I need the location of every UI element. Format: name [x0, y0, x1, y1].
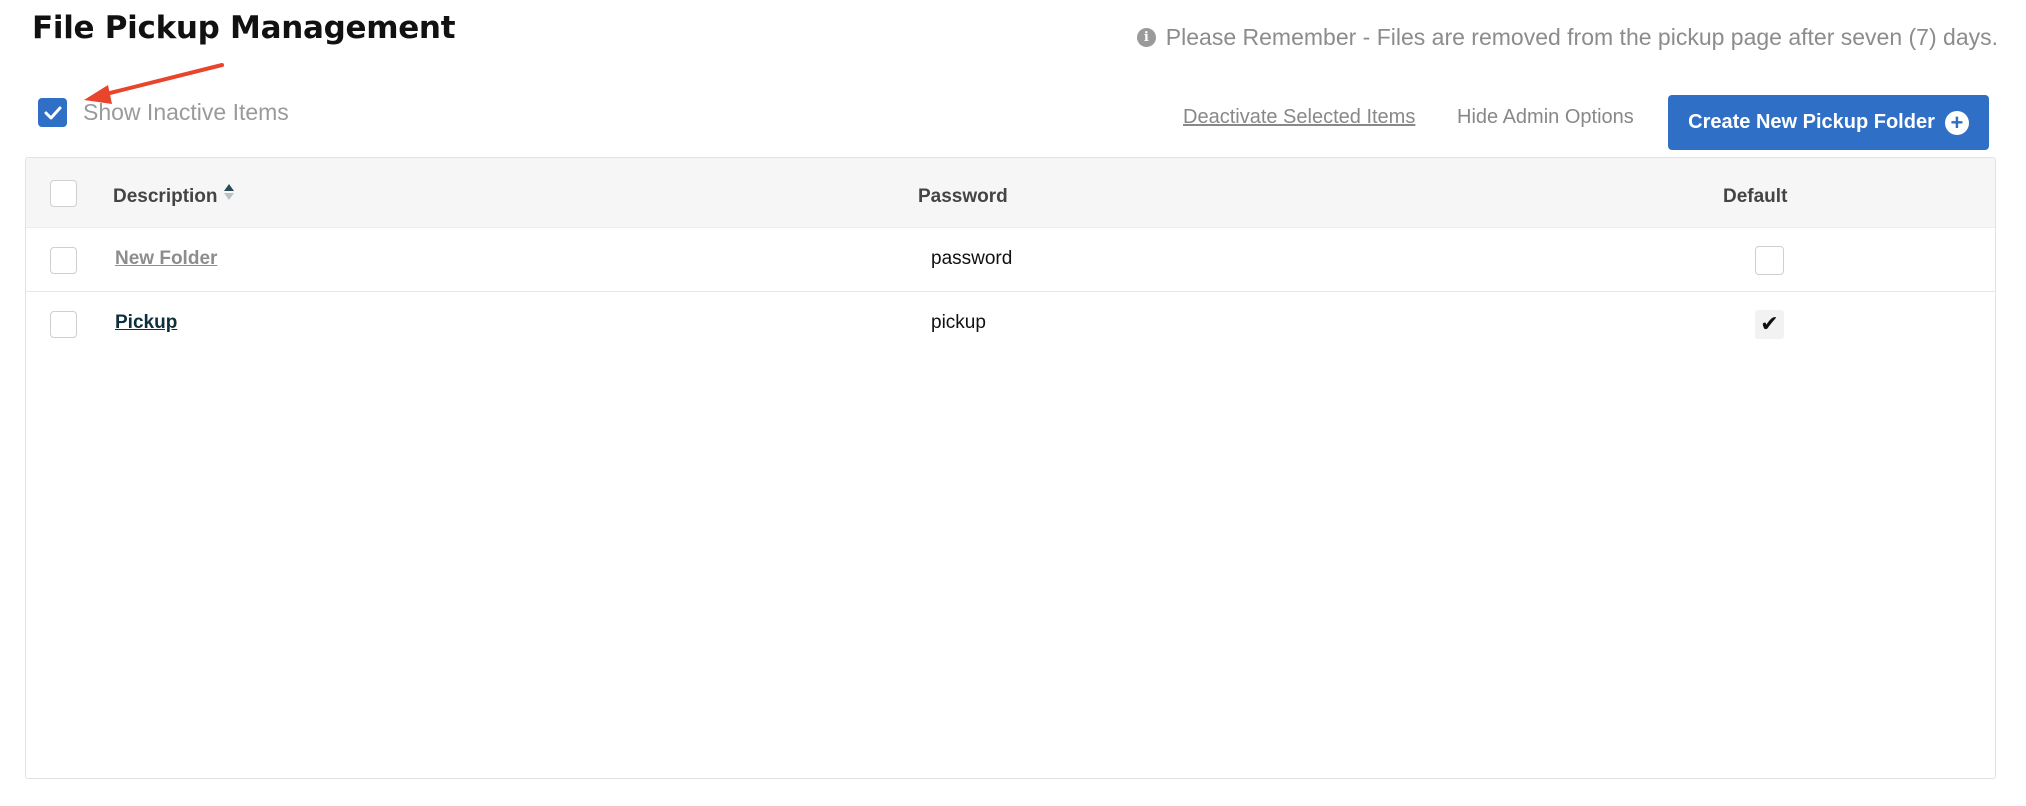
arrow-annotation — [84, 63, 224, 104]
default-checkbox[interactable] — [1755, 246, 1784, 275]
default-check-icon: ✔ — [1755, 310, 1784, 339]
sort-icon[interactable] — [223, 183, 235, 201]
folder-link[interactable]: New Folder — [115, 248, 217, 270]
notice-text: Please Remember - Files are removed from… — [1165, 24, 1998, 50]
show-inactive-checkbox[interactable] — [38, 98, 67, 127]
column-header-default: Default — [1723, 186, 1788, 207]
folder-password: password — [931, 248, 1013, 269]
create-button-label: Create New Pickup Folder — [1688, 111, 1935, 133]
table-row: Pickup pickup ✔ — [26, 292, 1995, 356]
check-icon — [44, 106, 61, 119]
table-row: New Folder password — [26, 228, 1995, 292]
folder-password: pickup — [931, 312, 986, 333]
deactivate-selected-link[interactable]: Deactivate Selected Items — [1183, 106, 1415, 129]
notice: i Please Remember - Files are removed fr… — [1136, 24, 1998, 51]
row-select-checkbox[interactable] — [50, 247, 77, 274]
folder-link[interactable]: Pickup — [115, 312, 177, 334]
hide-admin-options-link[interactable]: Hide Admin Options — [1457, 106, 1634, 129]
row-select-checkbox[interactable] — [50, 311, 77, 338]
plus-circle-icon: + — [1944, 110, 1969, 135]
table-header: Description Password Default — [26, 158, 1995, 228]
page-title: File Pickup Management — [32, 10, 456, 46]
select-all-checkbox[interactable] — [50, 180, 77, 207]
page: File Pickup Management i Please Remember… — [0, 0, 2026, 806]
pickup-table: Description Password Default New Folder … — [25, 157, 1996, 779]
info-icon: i — [1136, 28, 1156, 47]
column-header-description[interactable]: Description — [113, 186, 218, 208]
column-header-password: Password — [918, 186, 1008, 207]
create-pickup-folder-button[interactable]: Create New Pickup Folder + — [1668, 95, 1989, 150]
